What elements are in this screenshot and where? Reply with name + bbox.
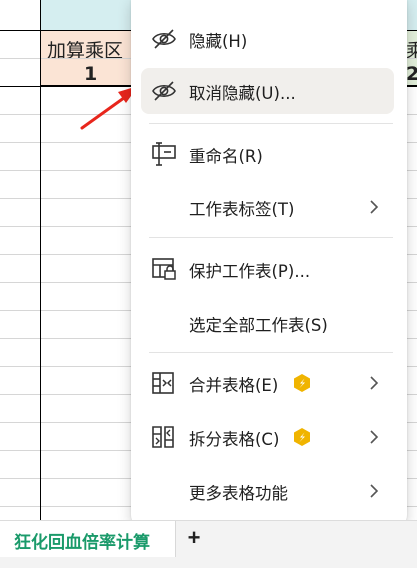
menu-item-rename[interactable]: 重命名(R) bbox=[141, 131, 394, 177]
menu-item-tab-color[interactable]: 工作表标签(T) bbox=[141, 184, 394, 230]
protect-sheet-icon bbox=[152, 258, 176, 280]
menu-item-select-all-sheets[interactable]: 选定全部工作表(S) bbox=[141, 300, 394, 346]
header-value-cell: 1 bbox=[84, 63, 98, 85]
menu-item-label: 工作表标签(T) bbox=[189, 200, 295, 219]
sheet-tab-label: 狂化回血倍率计算 bbox=[14, 533, 150, 553]
menu-item-label: 选定全部工作表(S) bbox=[189, 316, 328, 335]
menu-separator bbox=[149, 237, 393, 238]
menu-separator bbox=[149, 123, 393, 124]
merge-table-icon bbox=[152, 372, 174, 394]
menu-item-split-table[interactable]: 拆分表格(C) bbox=[141, 414, 394, 460]
premium-badge-icon bbox=[294, 374, 310, 392]
menu-item-protect-sheet[interactable]: 保护工作表(P)... bbox=[141, 246, 394, 292]
chevron-right-icon bbox=[370, 430, 379, 444]
rename-icon bbox=[152, 142, 176, 166]
header-cell-teal[interactable] bbox=[41, 0, 131, 30]
eye-off-icon bbox=[152, 29, 176, 49]
chevron-right-icon bbox=[370, 376, 379, 390]
chevron-right-icon bbox=[370, 484, 379, 498]
menu-item-label: 拆分表格(C) bbox=[189, 430, 280, 449]
sheet-tab-context-menu: 隐藏(H) 取消隐藏(U)... 重命名(R) 工作表标签(T) 保护工作表(P… bbox=[131, 0, 407, 527]
menu-item-label: 合并表格(E) bbox=[189, 376, 279, 395]
menu-item-label: 重命名(R) bbox=[189, 147, 263, 166]
premium-badge-icon bbox=[294, 428, 310, 446]
chevron-right-icon bbox=[370, 200, 379, 214]
menu-item-label: 取消隐藏(U)... bbox=[189, 84, 296, 103]
menu-item-label: 隐藏(H) bbox=[189, 32, 248, 51]
right-value-fragment: 2 bbox=[406, 63, 417, 85]
menu-item-hide[interactable]: 隐藏(H) bbox=[141, 16, 394, 62]
eye-off-icon bbox=[152, 81, 176, 101]
split-table-icon bbox=[152, 426, 174, 448]
sheet-tab-active[interactable]: 狂化回血倍率计算 bbox=[0, 521, 176, 557]
menu-item-label: 保护工作表(P)... bbox=[189, 262, 311, 281]
menu-separator bbox=[149, 352, 393, 353]
menu-item-more-table-functions[interactable]: 更多表格功能 bbox=[141, 468, 394, 514]
menu-item-unhide[interactable]: 取消隐藏(U)... bbox=[141, 68, 394, 114]
menu-item-merge-table[interactable]: 合并表格(E) bbox=[141, 360, 394, 406]
add-sheet-button[interactable]: + bbox=[183, 526, 205, 550]
menu-item-label: 更多表格功能 bbox=[189, 484, 288, 503]
sheet-tab-bar: 狂化回血倍率计算 + bbox=[0, 520, 417, 568]
